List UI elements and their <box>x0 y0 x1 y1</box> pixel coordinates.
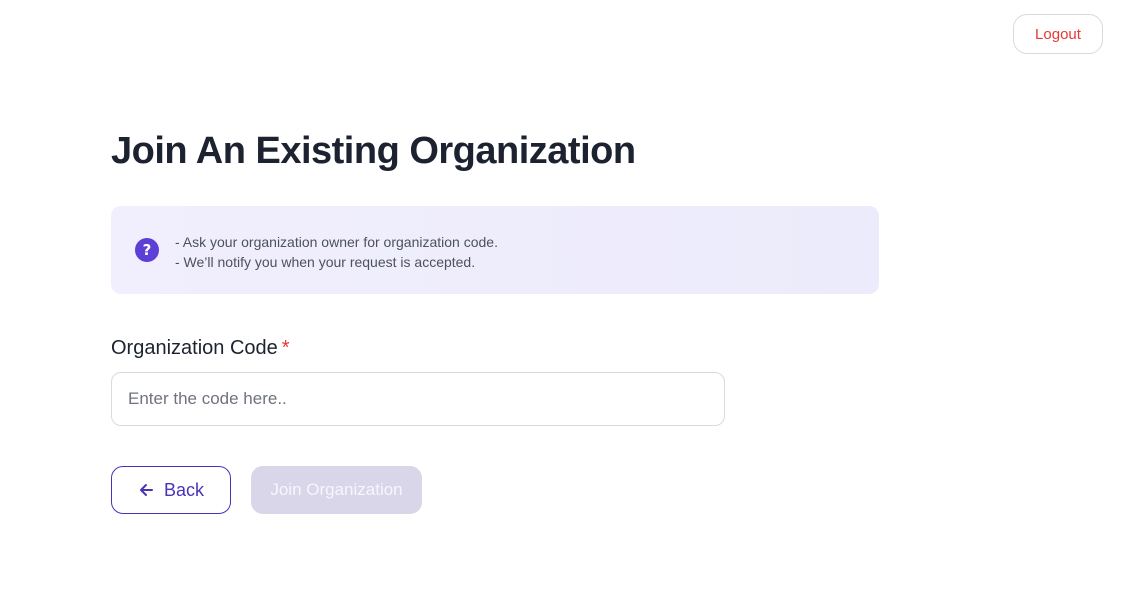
join-organization-button[interactable]: Join Organization <box>251 466 422 514</box>
arrow-left-icon <box>138 482 154 498</box>
organization-code-input[interactable] <box>111 372 725 426</box>
info-line-1: - Ask your organization owner for organi… <box>175 234 498 250</box>
info-line-2: - We’ll notify you when your request is … <box>175 254 476 270</box>
info-text: - Ask your organization owner for organi… <box>175 232 498 272</box>
required-mark: * <box>281 337 290 359</box>
info-box: ? - Ask your organization owner for orga… <box>111 206 879 294</box>
question-icon: ? <box>135 238 159 262</box>
page-title: Join An Existing Organization <box>111 130 636 172</box>
back-button[interactable]: Back <box>111 466 231 514</box>
logout-button[interactable]: Logout <box>1013 14 1103 54</box>
organization-code-label-text: Organization Code <box>111 337 278 359</box>
back-button-label: Back <box>163 479 205 500</box>
organization-code-label: Organization Code * <box>111 337 290 360</box>
